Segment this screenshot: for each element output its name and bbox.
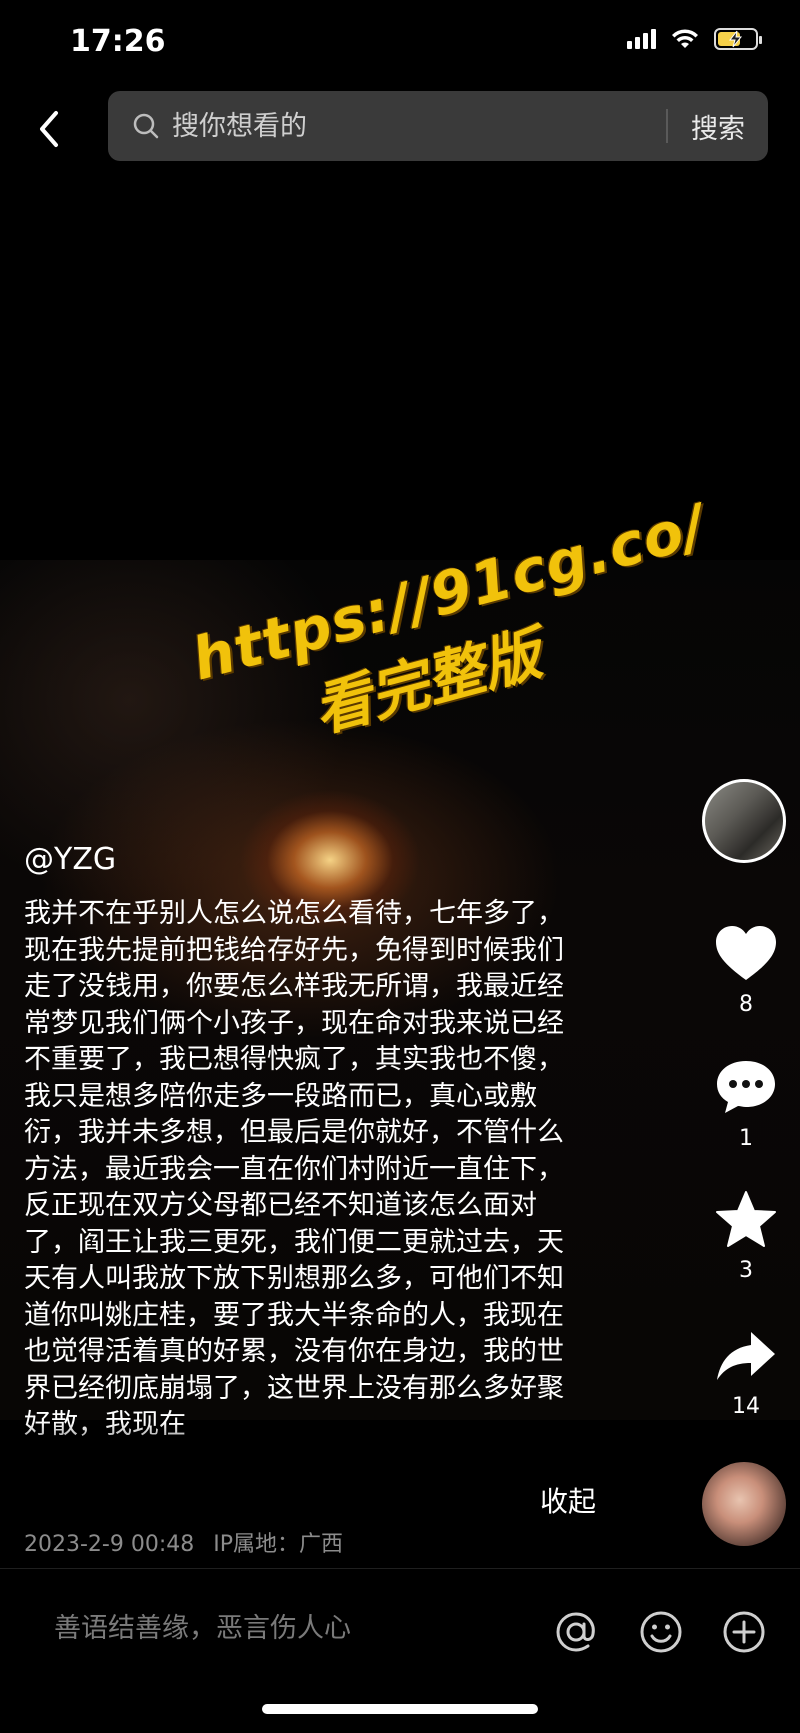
ip-location: IP属地：广西	[213, 1532, 344, 1557]
plus-circle-icon	[723, 1611, 765, 1653]
author-name[interactable]: @YZG	[24, 842, 116, 877]
heart-icon	[716, 926, 776, 980]
divider	[0, 1568, 800, 1569]
home-indicator[interactable]	[262, 1704, 538, 1714]
post-date: 2023-2-9 00:48	[24, 1532, 195, 1557]
author-avatar[interactable]	[702, 779, 786, 863]
status-icons	[627, 28, 762, 50]
comment-button[interactable]: 1	[706, 1058, 786, 1151]
smiley-icon	[640, 1611, 682, 1653]
back-button[interactable]	[28, 104, 68, 154]
collapse-button[interactable]: 收起	[540, 1480, 596, 1520]
emoji-button[interactable]	[637, 1608, 685, 1656]
share-count: 14	[732, 1394, 760, 1419]
at-sign-icon	[556, 1612, 595, 1652]
music-disc[interactable]	[702, 1462, 786, 1546]
like-button[interactable]: 8	[706, 924, 786, 1017]
status-time: 17:26	[70, 24, 166, 59]
search-input[interactable]	[170, 109, 666, 143]
like-count: 8	[739, 992, 753, 1017]
search-icon	[132, 112, 160, 140]
comment-count: 1	[739, 1126, 753, 1151]
battery-icon	[714, 28, 762, 50]
comment-input[interactable]	[52, 1612, 516, 1645]
favorite-count: 3	[739, 1258, 753, 1283]
search-button[interactable]: 搜索	[668, 107, 768, 146]
favorite-button[interactable]: 3	[706, 1190, 786, 1283]
star-icon	[716, 1191, 776, 1247]
signal-icon	[627, 29, 656, 49]
wifi-icon	[672, 29, 698, 48]
post-description: 我并不在乎别人怎么说怎么看待，七年多了，现在我先提前把钱给存好先，免得到时候我们…	[24, 898, 564, 1440]
chevron-left-icon	[40, 111, 58, 147]
comment-bar	[0, 1600, 800, 1670]
post-meta: 2023-2-9 00:48 IP属地：广西	[24, 1526, 343, 1558]
search-bar: 搜索	[108, 91, 768, 161]
add-button[interactable]	[720, 1608, 768, 1656]
status-bar: 17:26	[0, 0, 800, 88]
share-arrow-icon	[717, 1332, 775, 1380]
share-button[interactable]: 14	[706, 1330, 786, 1419]
comment-bubble-icon	[717, 1061, 775, 1113]
mention-button[interactable]	[552, 1608, 600, 1656]
description-fade	[0, 1422, 690, 1470]
